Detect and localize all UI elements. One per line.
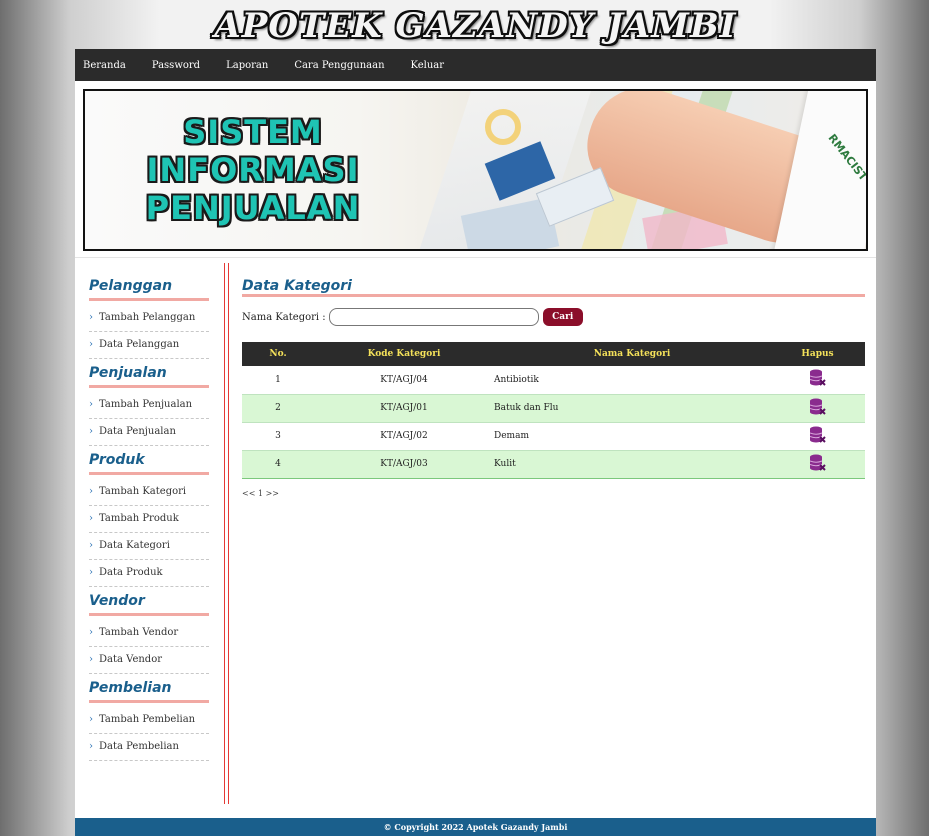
cell-kode: KT/AGJ/03 [314, 450, 494, 479]
bullet-icon: › [89, 627, 93, 638]
header-banner: RMACIST SISTEM INFORMASI PENJUALAN [83, 89, 868, 251]
sidebar-heading-pembelian: Pembelian [89, 679, 209, 703]
sidebar-item-label: Tambah Penjualan [99, 399, 193, 410]
banner-tape-roll [485, 109, 521, 145]
sidebar-item-label: Data Vendor [99, 654, 163, 665]
cell-kode: KT/AGJ/02 [314, 422, 494, 451]
category-table: No. Kode Kategori Nama Kategori Hapus 1 … [242, 342, 865, 479]
top-navbar: Beranda Password Laporan Cara Penggunaan… [75, 49, 876, 81]
sidebar-heading-penjualan: Penjualan [89, 364, 209, 388]
bullet-icon: › [89, 486, 93, 497]
sidebar: Pelanggan › Tambah Pelanggan › Data Pelang… [89, 277, 209, 761]
sidebar-heading-vendor: Vendor [89, 592, 209, 616]
nav-cara-penggunaan[interactable]: Cara Penggunaan [294, 60, 384, 71]
bullet-icon: › [89, 339, 93, 350]
search-input[interactable] [328, 308, 539, 326]
column-header-kode-kategori: Kode Kategori [314, 342, 494, 366]
sidebar-item-label: Data Penjualan [99, 426, 176, 437]
sidebar-item-data-pelanggan[interactable]: › Data Pelanggan [89, 332, 209, 359]
sidebar-item-tambah-kategori[interactable]: › Tambah Kategori [89, 479, 209, 506]
sidebar-item-label: Data Pembelian [99, 741, 179, 752]
bullet-icon: › [89, 567, 93, 578]
sidebar-item-tambah-pelanggan[interactable]: › Tambah Pelanggan [89, 305, 209, 332]
bullet-icon: › [89, 654, 93, 665]
page-container: Beranda Password Laporan Cara Penggunaan… [75, 49, 876, 836]
database-delete-icon[interactable] [809, 398, 826, 416]
sidebar-item-data-produk[interactable]: › Data Produk [89, 560, 209, 587]
search-button[interactable]: Cari [542, 308, 583, 326]
cell-kode: KT/AGJ/04 [314, 366, 494, 395]
column-header-nama-kategori: Nama Kategori [494, 342, 770, 366]
sidebar-item-label: Data Produk [99, 567, 163, 578]
sidebar-item-tambah-pembelian[interactable]: › Tambah Pembelian [89, 707, 209, 734]
nav-laporan[interactable]: Laporan [226, 60, 268, 71]
sidebar-item-label: Tambah Kategori [99, 486, 187, 497]
search-label: Nama Kategori : [242, 311, 326, 323]
bullet-icon: › [89, 399, 93, 410]
sidebar-item-label: Data Pelanggan [99, 339, 180, 350]
main-content: Data Kategori Nama Kategori : Cari No. K… [242, 277, 865, 498]
page-title: Data Kategori [242, 277, 865, 297]
sidebar-item-label: Tambah Produk [99, 513, 179, 524]
cell-nama: Demam [494, 422, 770, 451]
sidebar-item-data-vendor[interactable]: › Data Vendor [89, 647, 209, 674]
divider [75, 257, 876, 258]
pagination[interactable]: << 1 >> [242, 489, 865, 498]
search-form: Nama Kategori : Cari [242, 306, 865, 328]
cell-no: 1 [242, 366, 314, 395]
database-delete-icon[interactable] [809, 454, 826, 472]
sidebar-item-data-pembelian[interactable]: › Data Pembelian [89, 734, 209, 761]
bullet-icon: › [89, 741, 93, 752]
bullet-icon: › [89, 540, 93, 551]
sidebar-item-label: Tambah Pembelian [99, 714, 196, 725]
nav-password[interactable]: Password [152, 60, 200, 71]
table-row: 3 KT/AGJ/02 Demam [242, 422, 865, 451]
bullet-icon: › [89, 312, 93, 323]
database-delete-icon[interactable] [809, 369, 826, 387]
table-header-row: No. Kode Kategori Nama Kategori Hapus [242, 342, 865, 366]
nav-beranda[interactable]: Beranda [83, 60, 126, 71]
table-row: 4 KT/AGJ/03 Kulit [242, 450, 865, 479]
table-row: 2 KT/AGJ/01 Batuk dan Flu [242, 394, 865, 423]
column-header-no: No. [242, 342, 314, 366]
bullet-icon: › [89, 714, 93, 725]
sidebar-item-data-penjualan[interactable]: › Data Penjualan [89, 419, 209, 446]
cell-no: 3 [242, 422, 314, 451]
banner-title-line: INFORMASI [146, 151, 360, 189]
nav-keluar[interactable]: Keluar [411, 60, 445, 71]
sidebar-item-tambah-produk[interactable]: › Tambah Produk [89, 506, 209, 533]
cell-nama: Batuk dan Flu [494, 394, 770, 423]
table-row: 1 KT/AGJ/04 Antibiotik [242, 366, 865, 395]
bullet-icon: › [89, 426, 93, 437]
banner-title: SISTEM INFORMASI PENJUALAN [133, 113, 373, 227]
cell-nama: Antibiotik [494, 366, 770, 395]
banner-title-line: PENJUALAN [145, 189, 361, 227]
cell-no: 2 [242, 394, 314, 423]
sidebar-item-data-kategori[interactable]: › Data Kategori [89, 533, 209, 560]
site-title: APOTEK GAZANDY JAMBI [214, 6, 737, 46]
footer-copyright: © Copyright 2022 Apotek Gazandy Jambi [75, 818, 876, 836]
database-delete-icon[interactable] [809, 426, 826, 444]
sidebar-heading-pelanggan: Pelanggan [89, 277, 209, 301]
cell-kode: KT/AGJ/01 [314, 394, 494, 423]
sidebar-item-label: Tambah Pelanggan [99, 312, 196, 323]
banner-title-line: SISTEM [183, 113, 323, 151]
column-header-hapus: Hapus [770, 342, 865, 366]
bullet-icon: › [89, 513, 93, 524]
cell-no: 4 [242, 450, 314, 479]
sidebar-divider [224, 263, 225, 804]
cell-nama: Kulit [494, 450, 770, 479]
sidebar-item-label: Data Kategori [99, 540, 170, 551]
sidebar-divider [228, 263, 229, 804]
sidebar-item-tambah-penjualan[interactable]: › Tambah Penjualan [89, 392, 209, 419]
sidebar-item-tambah-vendor[interactable]: › Tambah Vendor [89, 620, 209, 647]
sidebar-heading-produk: Produk [89, 451, 209, 475]
sidebar-item-label: Tambah Vendor [99, 627, 179, 638]
